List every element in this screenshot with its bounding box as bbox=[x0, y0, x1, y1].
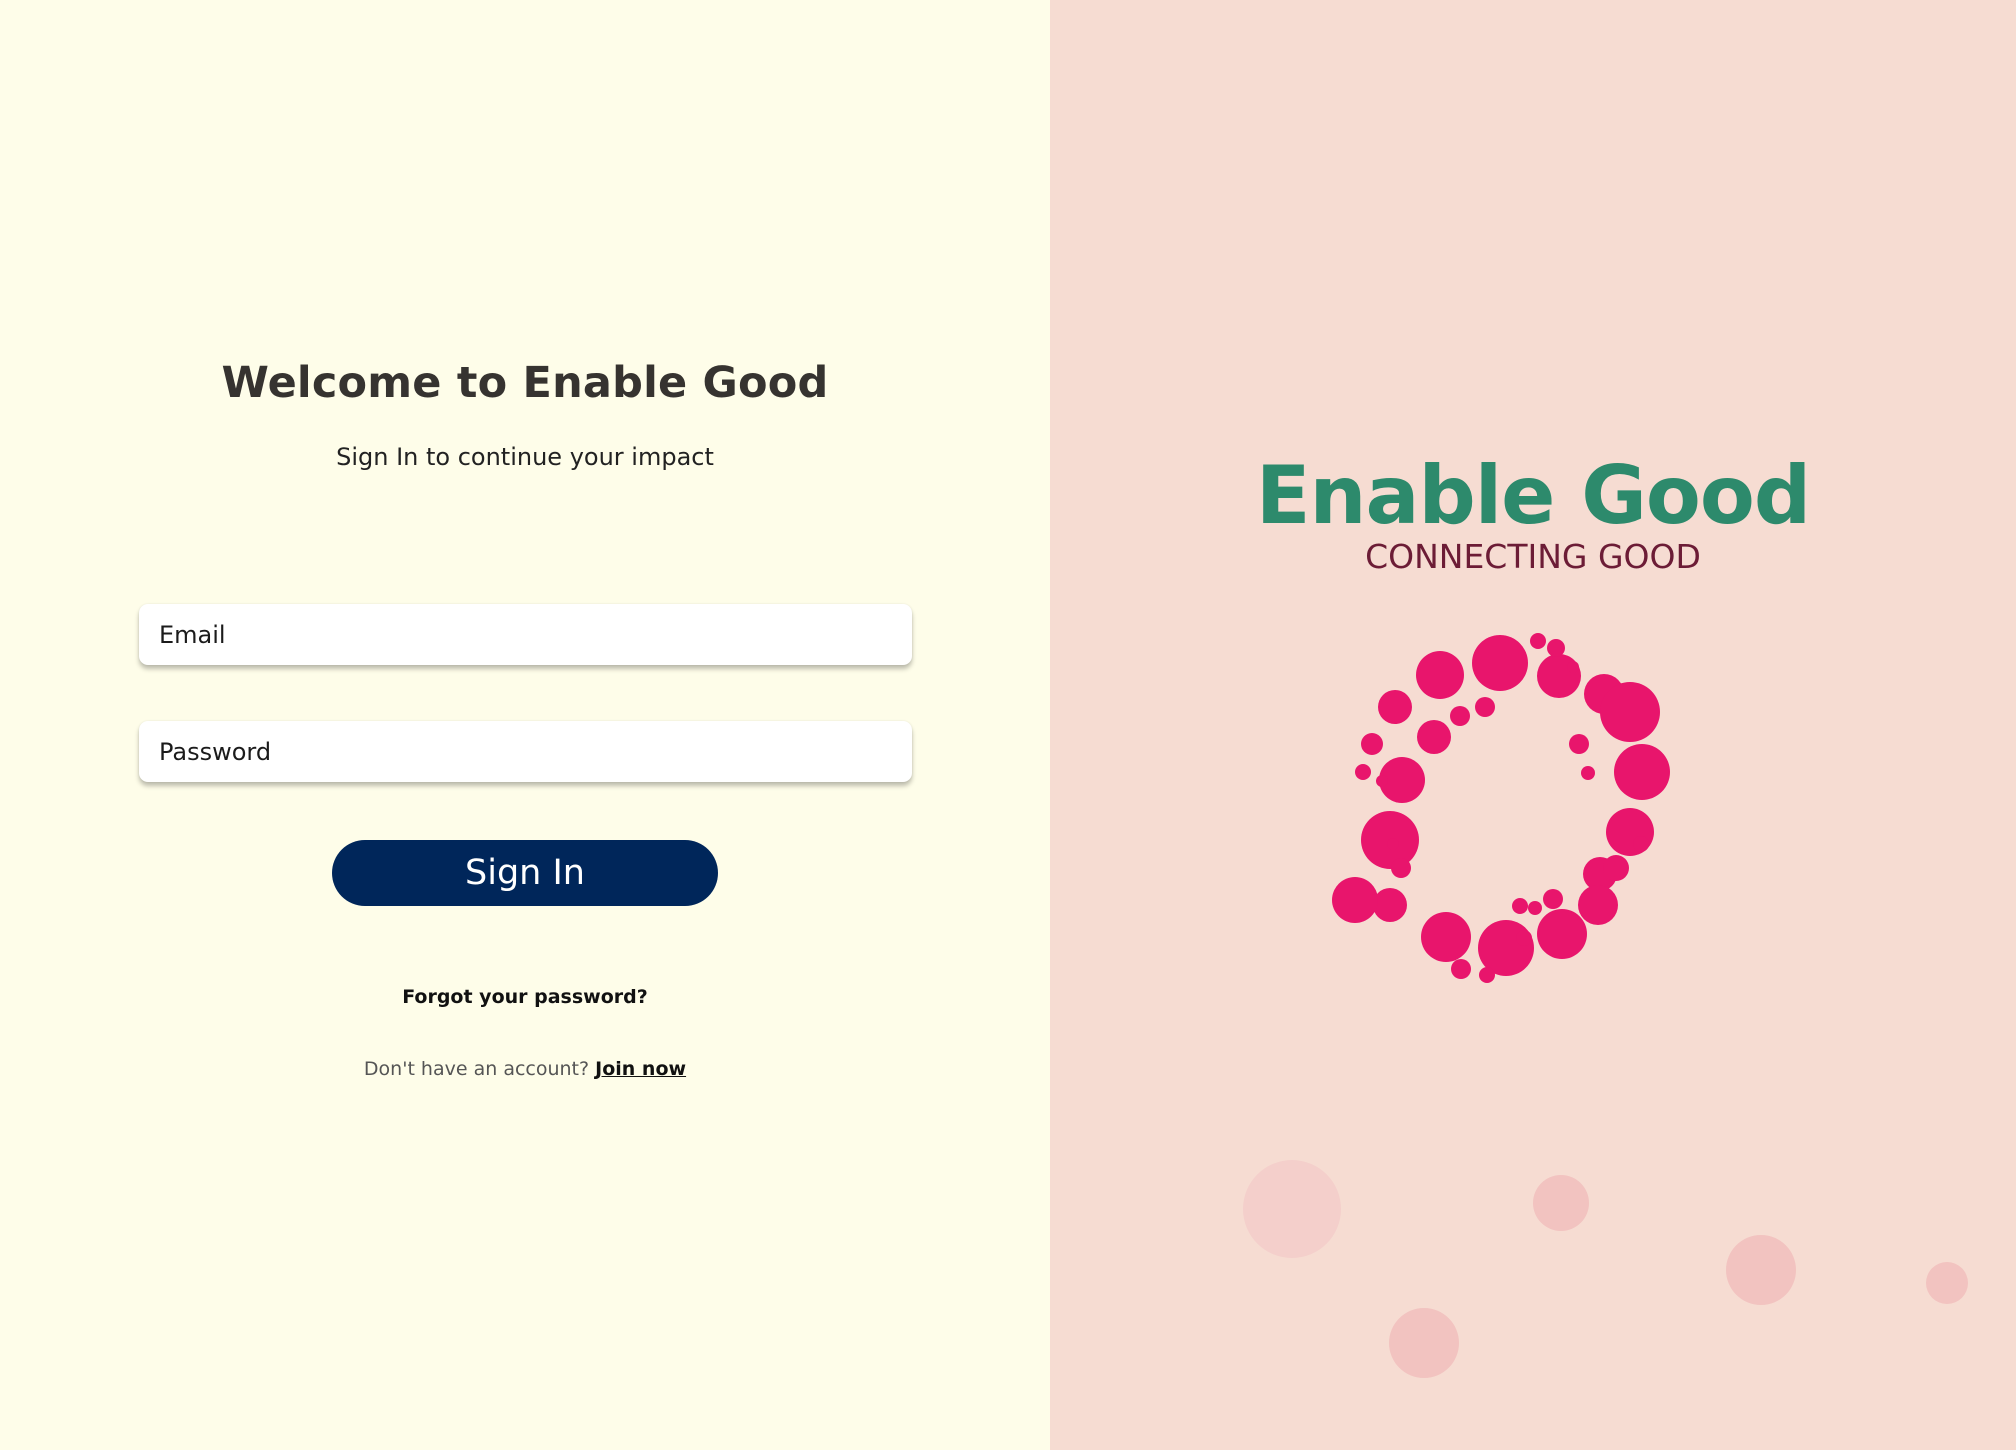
join-now-link[interactable]: Join now bbox=[595, 1058, 686, 1080]
decorative-bubbles bbox=[1243, 1160, 1968, 1378]
page-subtitle: Sign In to continue your impact bbox=[336, 443, 714, 471]
sign-in-page: Welcome to Enable Good Sign In to contin… bbox=[0, 0, 2016, 1450]
email-field[interactable] bbox=[139, 604, 912, 665]
no-account-text: Don't have an account? bbox=[363, 1058, 590, 1080]
forgot-password-link[interactable]: Forgot your password? bbox=[0, 986, 1050, 1008]
password-field-container bbox=[139, 721, 912, 782]
email-field-container bbox=[139, 604, 912, 665]
brand-panel: Enable Good CONNECTING GOOD bbox=[1050, 0, 2016, 1450]
password-field[interactable] bbox=[139, 721, 912, 782]
sign-in-button[interactable]: Sign In bbox=[332, 840, 718, 906]
join-prompt: Don't have an account? Join now bbox=[0, 1058, 1050, 1080]
page-title: Welcome to Enable Good bbox=[221, 358, 829, 408]
login-panel: Welcome to Enable Good Sign In to contin… bbox=[0, 0, 1050, 1450]
